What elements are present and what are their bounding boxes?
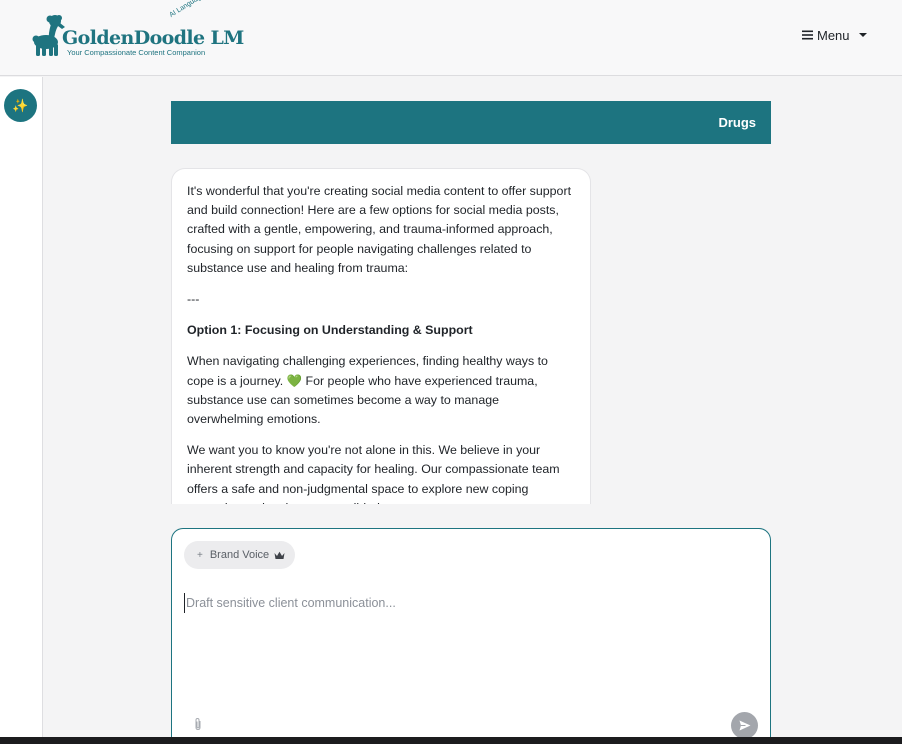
crown-icon <box>274 551 285 559</box>
logo-wordmark: GoldenDoodle LM <box>62 27 244 49</box>
send-button[interactable] <box>731 712 758 739</box>
topic-banner: Drugs <box>171 101 771 144</box>
menu-label: Menu <box>817 27 850 43</box>
message-input[interactable] <box>184 593 754 613</box>
plus-icon: + <box>197 549 203 561</box>
logo-arc-text: AI Language Model <box>168 0 223 19</box>
chevron-down-icon <box>858 33 867 37</box>
hamburger-icon <box>802 30 813 40</box>
left-sidebar: ✨ <box>0 77 43 737</box>
sparkles-button[interactable]: ✨ <box>4 89 37 122</box>
window-bottom-edge <box>0 737 902 744</box>
message-composer: + Brand Voice <box>171 528 771 744</box>
brand-voice-label: Brand Voice <box>209 549 270 561</box>
assistant-message: It's wonderful that you're creating soci… <box>171 168 591 504</box>
paperclip-icon[interactable] <box>192 717 204 731</box>
message-divider: --- <box>187 292 200 307</box>
message-paragraph: We want you to know you're not alone in … <box>187 443 560 504</box>
message-intro: It's wonderful that you're creating soci… <box>187 184 572 275</box>
option-heading: Option 1: Focusing on Understanding & Su… <box>187 323 473 338</box>
message-paragraph: When navigating challenging experiences,… <box>187 352 575 429</box>
goldendoodle-logo[interactable]: GoldenDoodle LM Your Compassionate Conte… <box>32 0 244 60</box>
send-icon <box>739 720 750 731</box>
brand-voice-button[interactable]: + Brand Voice <box>184 541 295 569</box>
logo-tagline: Your Compassionate Content Companion <box>67 48 206 57</box>
dog-logo-icon <box>32 15 65 56</box>
menu-dropdown-button[interactable]: Menu <box>802 26 867 44</box>
top-navbar: GoldenDoodle LM Your Compassionate Conte… <box>0 0 902 76</box>
topic-label: Drugs <box>718 115 756 130</box>
sparkles-icon: ✨ <box>12 97 29 113</box>
green-heart-icon: 💚 <box>286 373 303 388</box>
